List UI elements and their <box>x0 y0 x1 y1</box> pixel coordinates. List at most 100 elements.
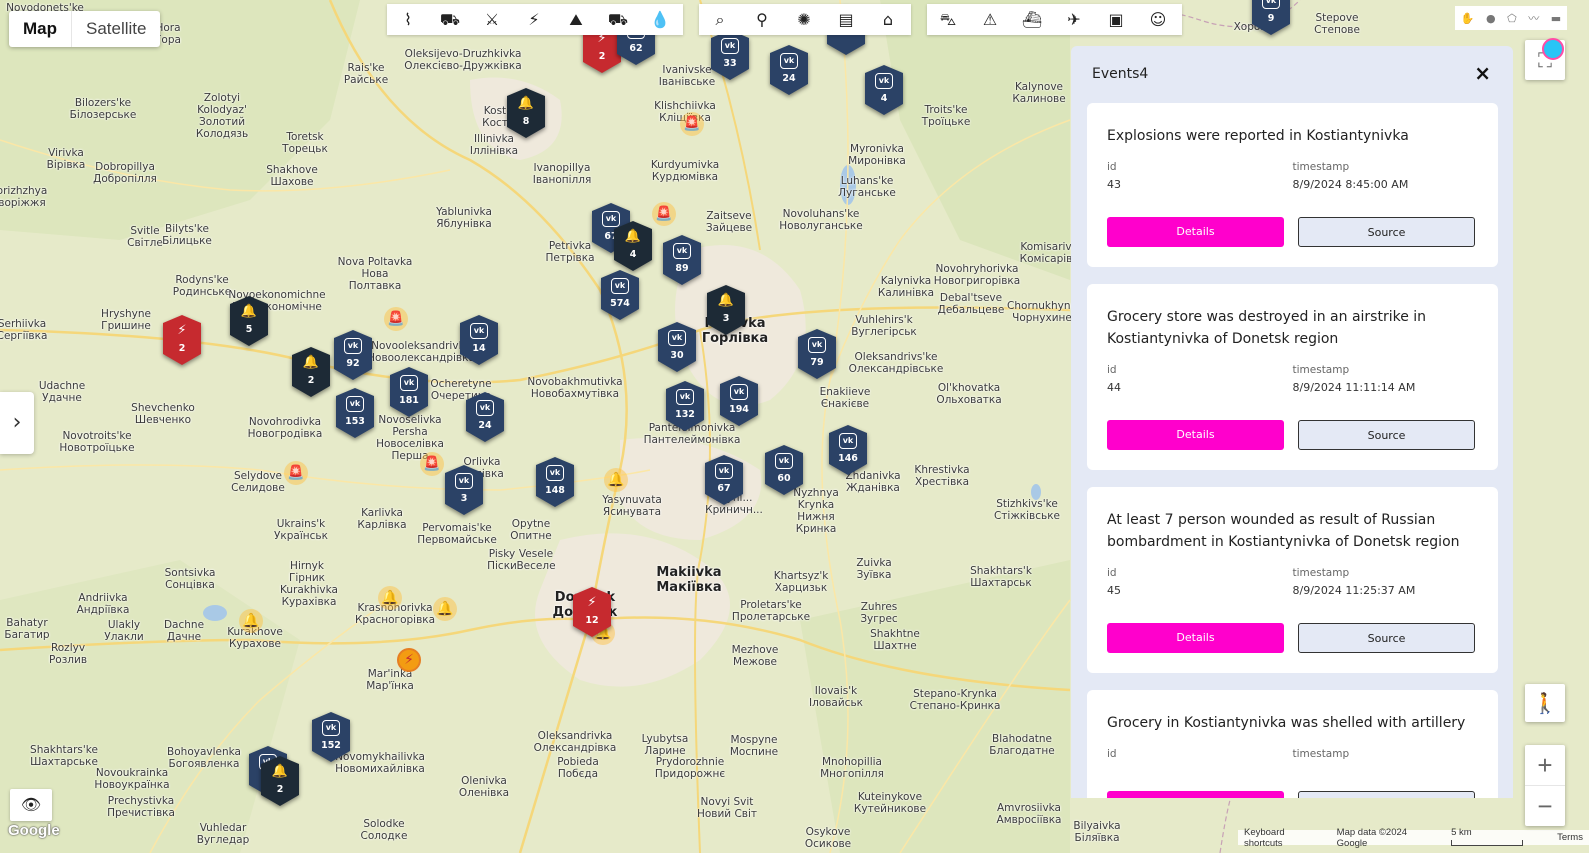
place-label: Mnohopillia Многопілля <box>820 756 884 780</box>
marker-count: 9 <box>1267 13 1275 24</box>
expand-sidebar-button[interactable]: › <box>0 392 34 454</box>
keyboard-shortcuts-link[interactable]: Keyboard shortcuts <box>1244 827 1326 849</box>
newspaper-icon[interactable]: ▤ <box>825 4 867 35</box>
bell-cluster-marker[interactable]: 🔔 2 <box>261 756 299 806</box>
place-label: Rodyns'ke Родинське <box>172 274 232 298</box>
house-icon[interactable]: ⌂ <box>867 4 909 35</box>
vk-cluster-marker[interactable]: vk 92 <box>334 330 372 380</box>
close-icon[interactable]: × <box>1474 61 1491 85</box>
vk-cluster-marker[interactable]: vk 79 <box>798 329 836 379</box>
vk-cluster-marker[interactable]: vk 152 <box>312 712 350 762</box>
terms-link[interactable]: Terms <box>1557 832 1583 843</box>
polygon-icon[interactable]: ⬠ <box>1507 12 1517 25</box>
drop-icon[interactable]: 💧 <box>639 4 681 35</box>
vk-icon: vk <box>839 433 857 449</box>
terrain-icon[interactable]: ⛰ <box>555 4 597 35</box>
vk-cluster-marker[interactable]: vk 146 <box>829 425 867 475</box>
details-button[interactable]: Details <box>1107 420 1284 450</box>
bell-poi-icon[interactable]: 🔔 <box>604 468 628 492</box>
bus-icon[interactable]: ▣ <box>1095 4 1137 35</box>
zoom-in-button[interactable]: + <box>1525 745 1565 785</box>
event-card: Grocery in Kostiantynivka was shelled wi… <box>1087 690 1498 798</box>
car-icon[interactable]: ⛍ <box>927 4 969 35</box>
zoom-out-button[interactable]: − <box>1525 786 1565 826</box>
vk-icon: vk <box>721 38 739 54</box>
truck-icon[interactable]: ⛟ <box>429 4 471 35</box>
bell-cluster-marker[interactable]: 🔔 3 <box>707 285 745 335</box>
transport-truck-icon[interactable]: ⛟ <box>597 4 639 35</box>
antenna-icon[interactable]: ⌇ <box>387 4 429 35</box>
vk-cluster-marker[interactable]: vk 60 <box>765 445 803 495</box>
events-list[interactable]: Explosions were reported in Kostiantyniv… <box>1087 103 1498 798</box>
bell-cluster-marker[interactable]: 🔔 5 <box>230 296 268 346</box>
vk-cluster-marker[interactable]: vk 132 <box>666 381 704 431</box>
virus-icon[interactable]: ✺ <box>783 4 825 35</box>
face-icon[interactable]: ☺ <box>1137 4 1179 35</box>
place-label: Khrestivka Хрестівка <box>914 464 970 488</box>
alarm-poi-icon[interactable]: 🚨 <box>652 202 676 226</box>
place-label: Stepano-Krynka Степано-Кринка <box>909 688 1001 712</box>
line-icon[interactable]: 〰 <box>1528 10 1539 26</box>
alarm-poi-icon[interactable]: 🚨 <box>284 461 308 485</box>
alarm-poi-icon[interactable]: 🚨 <box>384 307 408 331</box>
vk-cluster-marker[interactable]: vk 148 <box>536 457 574 507</box>
vk-cluster-marker[interactable]: vk 194 <box>720 376 758 426</box>
plane-icon[interactable]: ✈ <box>1053 4 1095 35</box>
bell-cluster-marker[interactable]: 🔔 8 <box>507 88 545 138</box>
place-label: Bilyaivka Біляївка <box>1073 820 1121 844</box>
bell-poi-icon[interactable]: 🔔 <box>239 609 263 633</box>
pin-icon[interactable]: ⚲ <box>741 4 783 35</box>
vk-icon: vk <box>875 73 893 89</box>
source-button[interactable]: Source <box>1298 623 1475 653</box>
source-button[interactable]: Source <box>1298 217 1475 247</box>
place-label: Ivanopillya Іванопілля <box>532 162 592 186</box>
bell-cluster-marker[interactable]: 🔔 4 <box>614 221 652 271</box>
details-button[interactable]: Details <box>1107 791 1284 798</box>
circle-icon[interactable]: ● <box>1486 12 1496 25</box>
bolt-cluster-marker[interactable]: ⚡ 12 <box>573 587 611 637</box>
marker-count: 152 <box>321 740 341 751</box>
vk-cluster-marker[interactable]: vk 24 <box>466 392 504 442</box>
source-button[interactable]: Source <box>1298 791 1475 798</box>
vk-cluster-marker[interactable]: vk 153 <box>336 388 374 438</box>
bolt-poi-icon[interactable]: ⚡ <box>397 648 421 672</box>
bell-cluster-marker[interactable]: 🔔 2 <box>292 347 330 397</box>
place-label: Virivka Вірівка <box>46 147 86 171</box>
vk-cluster-marker[interactable]: vk 3 <box>445 465 483 515</box>
place-label: Sontsivka Сонцівка <box>164 567 216 591</box>
bell-poi-icon[interactable]: 🔔 <box>378 586 402 610</box>
bolt-cluster-marker[interactable]: ⚡ 2 <box>163 315 201 365</box>
vk-cluster-marker[interactable]: vk 9 <box>1252 0 1290 35</box>
alarm-poi-icon[interactable]: 🚨 <box>420 452 444 476</box>
vk-cluster-marker[interactable]: vk 14 <box>460 315 498 365</box>
vk-cluster-marker[interactable]: vk 33 <box>711 30 749 80</box>
vk-cluster-marker[interactable]: vk 4 <box>865 65 903 115</box>
vk-cluster-marker[interactable]: vk 89 <box>663 235 701 285</box>
place-label: Zuivka Зуївка <box>856 557 892 581</box>
lightning-icon[interactable]: ⚡ <box>513 4 555 35</box>
search-zoom-icon[interactable]: ⌕ <box>699 4 741 35</box>
hand-icon[interactable]: ✋ <box>1461 12 1475 25</box>
bell-poi-icon[interactable]: 🔔 <box>433 597 457 621</box>
soldier-icon[interactable]: ⚔ <box>471 4 513 35</box>
vk-cluster-marker[interactable]: vk 181 <box>390 367 428 417</box>
alarm-poi-icon[interactable]: 🚨 <box>680 112 704 136</box>
ship-icon[interactable]: ⛴ <box>1011 4 1053 35</box>
vk-cluster-marker[interactable]: vk 30 <box>658 322 696 372</box>
place-label: Petrivka Петрівка <box>545 240 595 264</box>
street-view-button[interactable]: 🚶 <box>1525 684 1565 722</box>
warning-icon[interactable]: ⚠ <box>969 4 1011 35</box>
marker-count: 79 <box>810 357 824 368</box>
source-button[interactable]: Source <box>1298 420 1475 450</box>
visibility-button[interactable]: 👁 <box>10 789 52 821</box>
place-label: Kurdyumivka Курдюмівка <box>650 159 720 183</box>
satellite-button[interactable]: Satellite <box>72 11 160 47</box>
map-button[interactable]: Map <box>9 11 72 47</box>
vk-cluster-marker[interactable]: vk 67 <box>705 455 743 505</box>
rectangle-icon[interactable]: ▬ <box>1551 12 1561 25</box>
details-button[interactable]: Details <box>1107 623 1284 653</box>
details-button[interactable]: Details <box>1107 217 1284 247</box>
vk-cluster-marker[interactable]: vk 574 <box>601 270 639 320</box>
place-label: Vesele Веселе <box>516 548 556 572</box>
vk-cluster-marker[interactable]: vk 24 <box>770 45 808 95</box>
